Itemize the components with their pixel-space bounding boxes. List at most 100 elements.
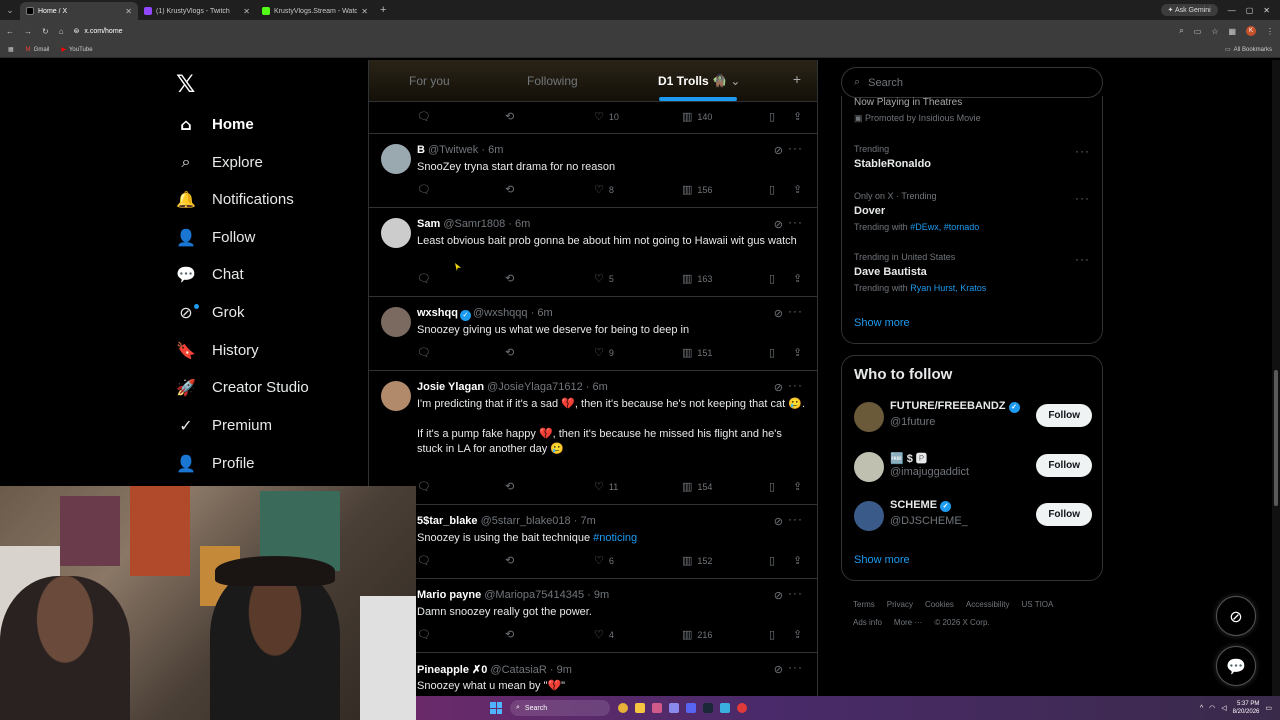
trend-with-links[interactable]: Ryan Hurst, Kratos [910, 283, 986, 293]
reply-button[interactable]: 🗨 [417, 554, 431, 567]
footer-accessibility-link[interactable]: Accessibility [966, 600, 1010, 609]
avatar[interactable] [854, 402, 884, 432]
more-icon[interactable]: ··· [1075, 144, 1090, 158]
grok-icon[interactable]: ⊘ [774, 381, 783, 394]
bookmark-button[interactable]: ▯ [769, 110, 775, 123]
steam-icon[interactable] [703, 703, 713, 713]
browser-tab-x-home[interactable]: Home / X ✕ [20, 2, 138, 20]
views-button[interactable]: ▥ 163 [682, 272, 712, 285]
avatar[interactable] [381, 307, 411, 337]
post[interactable]: 5$tar_blake @5starr_blake018 · 7m ⊘ ··· … [369, 505, 817, 579]
nav-profile[interactable]: 👤 Profile [176, 451, 255, 475]
apps-icon[interactable]: ▦ [8, 46, 14, 53]
author-name[interactable]: Josie Ylagan [417, 381, 484, 393]
grok-icon[interactable]: ⊘ [774, 515, 783, 528]
bookmark-button[interactable]: ▯ [769, 272, 775, 285]
page-scrollbar[interactable] [1272, 60, 1280, 696]
avatar[interactable] [381, 144, 411, 174]
reply-button[interactable]: 🗨 [417, 272, 431, 285]
new-tab-button[interactable]: + [374, 4, 392, 16]
scrollbar-thumb[interactable] [1274, 370, 1278, 506]
suggestion-name[interactable]: SCHEME ✓ [890, 499, 952, 512]
bookmark-button[interactable]: ▯ [769, 346, 775, 359]
footer-privacy-link[interactable]: Privacy [887, 600, 913, 609]
author-handle[interactable]: @Samr1808 [443, 218, 505, 230]
notifications-icon[interactable]: ▭ [1265, 704, 1272, 712]
post[interactable]: Mario payne @Mariopa75414345 · 9m ⊘ ··· … [369, 579, 817, 653]
x-logo-icon[interactable]: 𝕏 [176, 70, 195, 98]
profile-avatar[interactable]: K [1246, 26, 1256, 36]
more-icon[interactable]: ··· [788, 215, 803, 229]
forward-icon[interactable]: → [24, 27, 32, 36]
nav-notifications[interactable]: 🔔 Notifications [176, 187, 294, 211]
trend-title[interactable]: Dave Bautista [854, 266, 927, 278]
suggestion-handle[interactable]: @DJSCHEME_ [890, 515, 968, 527]
follow-suggestion[interactable]: 🆓 $ 🅿 @imajuggaddict Follow [854, 450, 1092, 486]
author-handle[interactable]: @wxshqqq [473, 307, 528, 319]
views-button[interactable]: ▥ 154 [682, 480, 712, 493]
share-button[interactable]: ⇪ [793, 554, 802, 567]
app-icon[interactable] [720, 703, 730, 713]
views-button[interactable]: ▥ 140 [682, 110, 712, 123]
suggestion-handle[interactable]: @1future [890, 416, 935, 428]
tab-for-you[interactable]: For you [409, 74, 450, 88]
nav-grok[interactable]: ⊘ Grok [176, 300, 244, 324]
reply-button[interactable]: 🗨 [417, 480, 431, 493]
bookmark-button[interactable]: ▯ [769, 183, 775, 196]
trend-title[interactable]: Dover [854, 205, 885, 217]
repost-button[interactable]: ⟲ [505, 183, 514, 196]
share-button[interactable]: ⇪ [793, 272, 802, 285]
share-button[interactable]: ⇪ [793, 110, 802, 123]
follow-button[interactable]: Follow [1036, 404, 1092, 427]
post-time[interactable]: 9m [557, 664, 572, 676]
grok-icon[interactable]: ⊘ [774, 663, 783, 676]
browser-tab-twitch[interactable]: (1) KrustyVlogs - Twitch ✕ [138, 2, 256, 20]
views-button[interactable]: ▥ 152 [682, 554, 712, 567]
author-handle[interactable]: @JosieYlaga71612 [487, 381, 583, 393]
like-button[interactable]: ♡ 4 [594, 628, 614, 641]
author-handle[interactable]: @Twitwek [428, 144, 478, 156]
reload-icon[interactable]: ↻ [42, 27, 49, 36]
post[interactable]: 🗨 ⟲ ♡ 10 ▥ 140 ▯ ⇪ [369, 102, 817, 134]
author-handle[interactable]: @CatasiaR [490, 664, 546, 676]
like-button[interactable]: ♡ 10 [594, 110, 619, 123]
author-handle[interactable]: @Mariopa75414345 [484, 589, 584, 601]
post[interactable]: wxshqq ✓ @wxshqqq · 6m ⊘ ··· Snoozey givin… [369, 297, 817, 371]
extensions-icon[interactable]: ▦ [1228, 27, 1236, 36]
more-icon[interactable]: ··· [788, 141, 803, 155]
tab-d1-trolls[interactable]: D1 Trolls 🧌 ⌄ [658, 74, 740, 88]
bookmark-button[interactable]: ▯ [769, 480, 775, 493]
add-tab-icon[interactable]: + [793, 71, 801, 87]
tab-following[interactable]: Following [527, 74, 578, 88]
like-button[interactable]: ♡ 5 [594, 272, 614, 285]
nav-premium[interactable]: ✓ Premium [176, 413, 272, 437]
footer-more-link[interactable]: More ··· [894, 618, 922, 627]
repost-button[interactable]: ⟲ [505, 346, 514, 359]
avatar[interactable] [381, 381, 411, 411]
trends-show-more-link[interactable]: Show more [854, 317, 910, 329]
nav-home[interactable]: ⌂ Home [176, 112, 253, 136]
follow-button[interactable]: Follow [1036, 454, 1092, 477]
author-name[interactable]: B [417, 144, 425, 156]
nav-chat[interactable]: 💬 Chat [176, 262, 244, 286]
grok-fab-icon[interactable]: ⊘ [1216, 596, 1256, 636]
zoom-icon[interactable]: ⌕ [1179, 26, 1183, 36]
windows-start-icon[interactable] [490, 702, 502, 714]
chrome-icon[interactable] [618, 703, 628, 713]
follow-suggestion[interactable]: FUTURE/FREEBANDZ ✓ @1future Follow [854, 400, 1092, 436]
like-button[interactable]: ♡ 11 [594, 480, 618, 493]
app-icon[interactable] [669, 703, 679, 713]
taskbar-search[interactable]: ⌕ Search [510, 700, 610, 716]
bookmark-button[interactable]: ▯ [769, 554, 775, 567]
tab-search-icon[interactable]: ⌄ [0, 0, 20, 20]
home-browser-icon[interactable]: ⌂ [59, 27, 64, 36]
repost-button[interactable]: ⟲ [505, 628, 514, 641]
post[interactable]: Pineapple ✗0 @CatasiaR · 9m ⊘ ··· Snooze… [369, 653, 817, 696]
nav-creator-studio[interactable]: 🚀 Creator Studio [176, 375, 309, 399]
browser-tab-kick[interactable]: KrustyVlogs.Stream - Watch Liv ✕ [256, 2, 374, 20]
search-input[interactable]: ⌕ Search [841, 67, 1103, 98]
repost-button[interactable]: ⟲ [505, 554, 514, 567]
ask-gemini-button[interactable]: ✦ Ask Gemini [1160, 4, 1218, 16]
tab-close-icon[interactable]: ✕ [125, 7, 132, 16]
like-button[interactable]: ♡ 9 [594, 346, 614, 359]
